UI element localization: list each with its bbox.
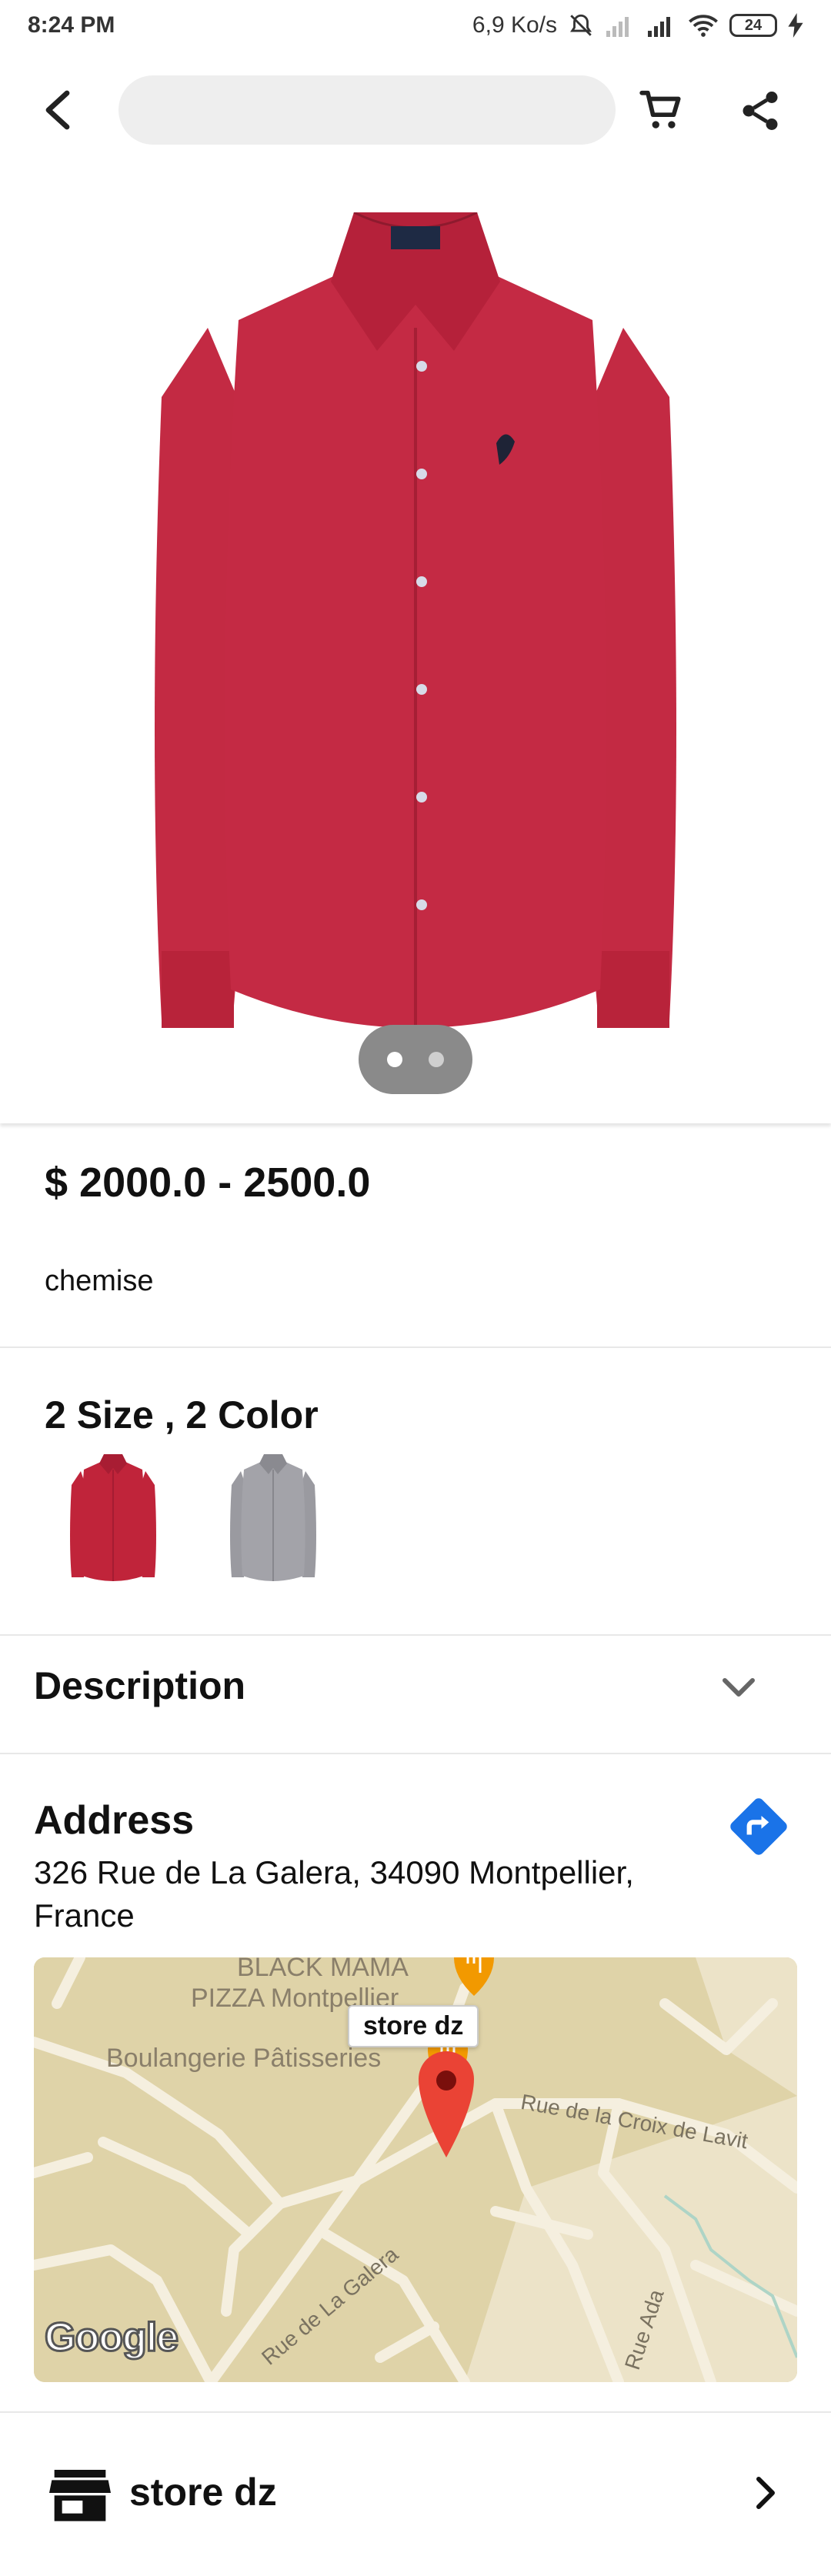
expand-description-button[interactable] [716, 1665, 762, 1711]
back-button[interactable] [31, 83, 85, 137]
google-logo: Google [43, 2314, 179, 2361]
charging-icon [788, 13, 803, 38]
back-arrow-icon [45, 90, 70, 130]
carousel-dot-1[interactable] [387, 1052, 402, 1067]
carousel-indicator [359, 1025, 472, 1094]
color-swatch-red[interactable] [63, 1451, 163, 1588]
mute-icon [570, 14, 592, 36]
address-title: Address [34, 1798, 195, 1843]
signal-r-icon [648, 17, 670, 37]
address-text: 326 Rue de La Galera, 34090 Montpellier,… [34, 1854, 634, 1934]
directions-button[interactable] [726, 1794, 791, 1859]
chevron-down-icon [723, 1678, 755, 1697]
top-app-bar [0, 62, 831, 158]
share-button[interactable] [733, 83, 788, 138]
status-icons: 6,9 Ko/s 24 [472, 12, 803, 38]
chevron-right-icon [756, 2477, 775, 2509]
store-row[interactable]: store dz [0, 2416, 831, 2570]
status-bar: 8:24 PM 6,9 Ko/s 24 [0, 0, 831, 51]
divider [0, 1634, 831, 1636]
divider [0, 2411, 831, 2413]
search-input[interactable] [118, 75, 616, 145]
status-time: 8:24 PM [28, 12, 115, 38]
network-speed: 6,9 Ko/s [472, 12, 557, 38]
grey-shirt-thumbnail [230, 1454, 316, 1581]
variants-title: 2 Size , 2 Color [45, 1393, 319, 1436]
map-poi-label: Boulangerie Pâtisseries [106, 2044, 382, 2073]
product-price: $ 2000.0 - 2500.0 [45, 1160, 371, 1206]
signal-icon [606, 17, 629, 37]
product-name: chemise [45, 1265, 154, 1297]
cart-button[interactable] [634, 83, 689, 138]
product-image-carousel[interactable] [0, 168, 831, 1123]
carousel-dot-2[interactable] [429, 1052, 444, 1067]
store-name: store dz [129, 2471, 277, 2514]
divider [0, 1753, 831, 1754]
battery-icon: 24 [729, 14, 777, 37]
product-image [155, 212, 676, 1028]
store-open-button[interactable] [743, 2470, 789, 2516]
map-poi-label: BLACK MAMA [237, 1957, 409, 1982]
cart-icon [639, 90, 681, 128]
directions-icon [730, 1798, 787, 1855]
divider [0, 1346, 831, 1348]
description-title: Description [34, 1664, 246, 1707]
wifi-icon [689, 15, 718, 37]
store-icon [49, 2470, 111, 2521]
description-row[interactable]: Description [0, 1639, 831, 1754]
red-shirt-thumbnail [70, 1454, 156, 1581]
store-location-map[interactable]: BLACK MAMA PIZZA Montpellier Boulangerie… [34, 1957, 797, 2382]
color-swatch-grey[interactable] [223, 1451, 323, 1588]
share-icon [743, 92, 778, 130]
marker-tooltip: store dz [348, 2005, 479, 2047]
